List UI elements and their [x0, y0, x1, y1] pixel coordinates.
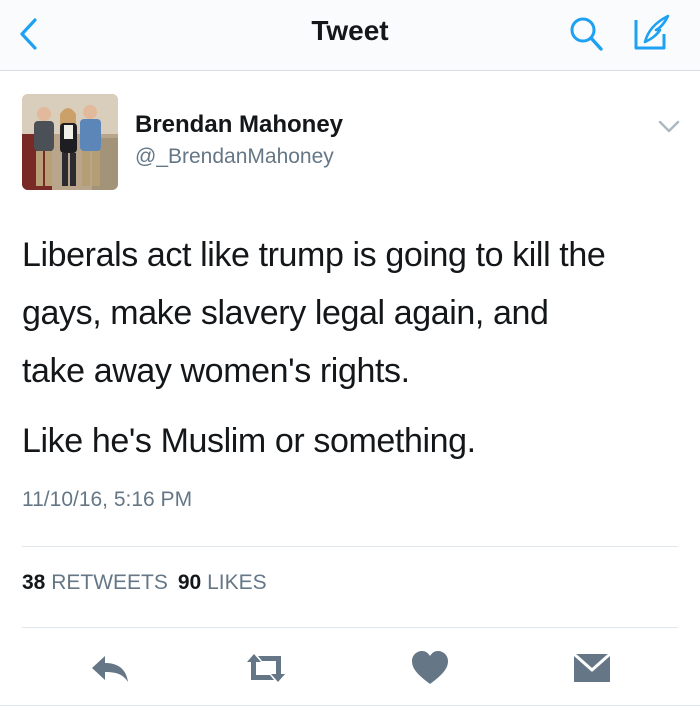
reply-icon — [92, 656, 128, 682]
divider — [22, 546, 678, 547]
likes-label: LIKES — [207, 571, 267, 594]
envelope-icon — [573, 652, 611, 682]
retweet-icon — [247, 654, 285, 682]
retweet-button[interactable] — [244, 648, 288, 688]
tweet-line: gays, make slavery legal again, and — [22, 294, 549, 332]
tweet-line: Liberals act like trump is going to kill… — [22, 236, 606, 274]
tweet-text: Liberals act like trump is going to kill… — [22, 226, 682, 470]
retweets-count: 38 — [22, 571, 46, 594]
divider — [22, 627, 678, 628]
direct-message-button[interactable] — [570, 648, 614, 688]
like-button[interactable] — [408, 648, 452, 688]
search-icon — [570, 17, 603, 51]
tweet-line: Like he's Muslim or something. — [22, 422, 476, 460]
author-handle[interactable]: @_BrendanMahoney — [135, 145, 334, 169]
tweet-line: take away women's rights. — [22, 352, 410, 390]
divider — [0, 705, 700, 706]
chevron-left-icon — [20, 18, 37, 50]
compose-button[interactable] — [628, 12, 674, 56]
likes-count: 90 — [177, 571, 202, 594]
author-name[interactable]: Brendan Mahoney — [135, 111, 343, 139]
retweets-stat[interactable]: 38 RETWEETS — [22, 571, 168, 594]
tweet-timestamp: 11/10/16, 5:16 PM — [22, 488, 193, 511]
compose-icon — [634, 14, 670, 50]
avatar[interactable] — [22, 94, 118, 190]
nav-bar: Tweet — [0, 0, 700, 71]
profile-photo — [22, 94, 118, 190]
heart-icon — [412, 651, 448, 684]
back-button[interactable] — [10, 14, 50, 54]
chevron-down-icon — [658, 120, 680, 133]
retweets-label: RETWEETS — [51, 571, 168, 594]
more-options-button[interactable] — [656, 116, 682, 136]
tweet-stats: 38 RETWEETS 90 LIKES — [22, 571, 267, 595]
likes-stat[interactable]: 90 LIKES — [178, 571, 267, 594]
reply-button[interactable] — [88, 648, 132, 688]
search-button[interactable] — [566, 14, 606, 54]
